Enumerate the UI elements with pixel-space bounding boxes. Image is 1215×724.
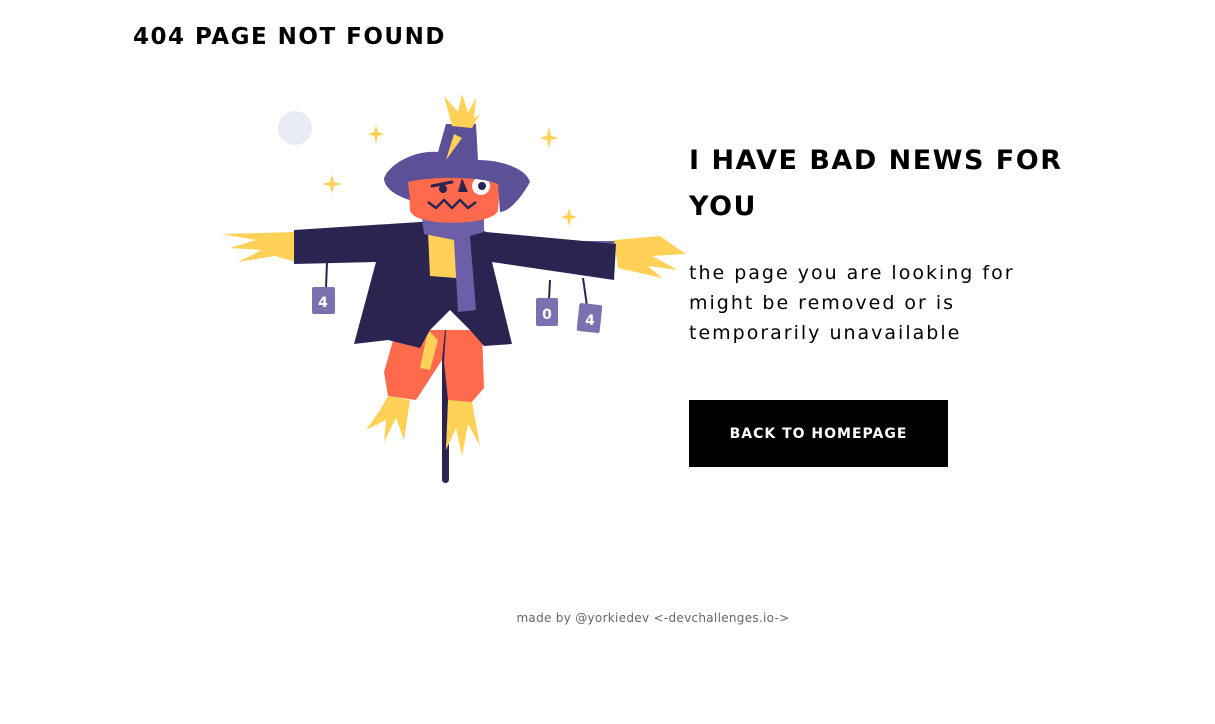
description: the page you are looking for might be re… <box>689 262 1015 344</box>
sparkle-icon <box>322 174 342 194</box>
message-section: I HAVE BAD NEWS FOR YOU the page you are… <box>689 138 1109 348</box>
can-label: 4 <box>585 313 595 329</box>
sparkle-icon <box>539 127 559 149</box>
can-label: 0 <box>542 307 552 323</box>
hat-straw <box>444 94 480 128</box>
page-title: 404 PAGE NOT FOUND <box>133 24 446 50</box>
sparkle-icon <box>561 208 577 226</box>
not-found-page: 404 PAGE NOT FOUND 4 0 4 I HAVE BAD NEWS… <box>0 0 1215 724</box>
straw-feet <box>366 396 480 456</box>
moon-icon <box>278 111 312 145</box>
scarecrow-illustration: 4 0 4 <box>222 94 686 483</box>
headline: I HAVE BAD NEWS FOR YOU <box>689 145 1063 222</box>
back-to-homepage-button[interactable]: BACK TO HOMEPAGE <box>689 400 948 467</box>
footer-credit: made by @yorkiedev <-devchallenges.io-> <box>516 611 790 625</box>
sparkle-icon <box>368 125 384 143</box>
can-label: 4 <box>318 295 328 311</box>
